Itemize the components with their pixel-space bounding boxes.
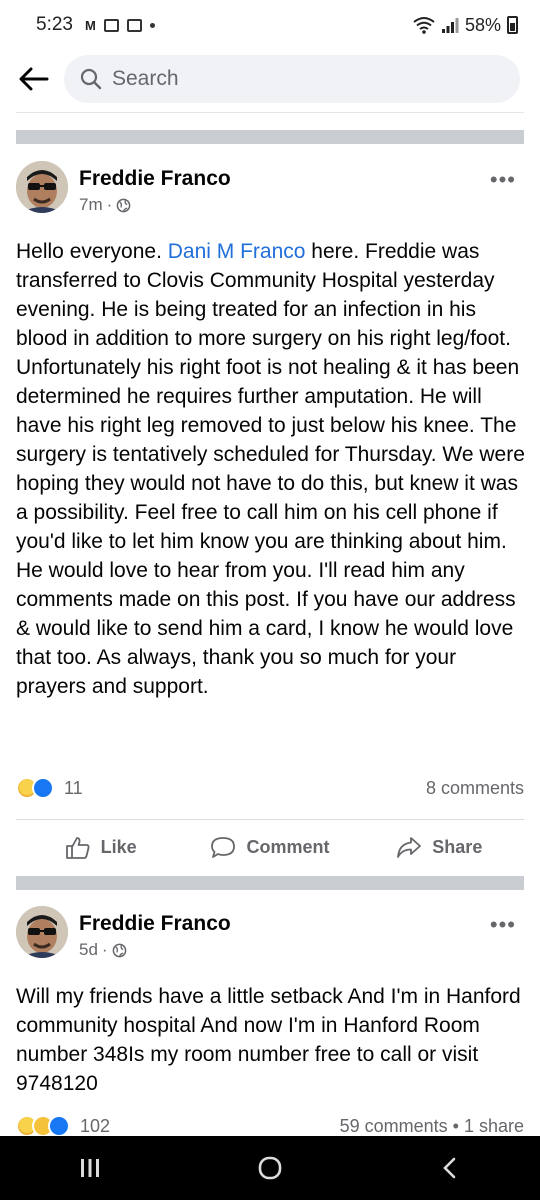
home-icon <box>258 1156 282 1180</box>
status-time: 5:23 <box>36 14 73 35</box>
globe-icon <box>116 198 131 212</box>
reaction-icons[interactable] <box>16 777 54 799</box>
search-icon <box>80 68 102 90</box>
feed-separator <box>16 130 524 144</box>
post-text: Will my friends have a little setback An… <box>16 985 521 1095</box>
like-reaction-icon <box>32 777 54 799</box>
author-name[interactable]: Freddie Franco <box>79 912 231 936</box>
comments-count[interactable]: 59 comments <box>340 1116 448 1136</box>
reactions-row: 11 8 comments <box>16 775 524 801</box>
recent-apps-icon <box>81 1159 99 1177</box>
avatar[interactable] <box>16 161 68 213</box>
home-button[interactable] <box>240 1148 300 1188</box>
author-name[interactable]: Freddie Franco <box>79 167 231 191</box>
status-bar: 5:23 M 58% <box>0 0 540 50</box>
engagement-summary: 59 comments • 1 share <box>340 1116 524 1137</box>
battery-icon <box>507 16 518 34</box>
feed-separator <box>16 876 524 890</box>
search-input[interactable] <box>112 67 492 91</box>
system-nav-bar <box>0 1136 540 1200</box>
post-meta: 7m · <box>79 195 131 215</box>
post-text: Hello everyone. Dani M Franco here. Fred… <box>16 237 526 701</box>
chevron-left-icon <box>443 1157 456 1179</box>
meta-dot: • <box>452 1115 464 1136</box>
back-nav-button[interactable] <box>420 1148 480 1188</box>
post-text-rest: here. Freddie was transferred to Clovis … <box>16 240 525 698</box>
reaction-icons[interactable] <box>16 1115 70 1137</box>
notification-icons: M <box>85 18 155 33</box>
mail-icon <box>126 18 142 32</box>
action-bar: Like Comment Share <box>16 819 524 875</box>
recent-apps-button[interactable] <box>60 1148 120 1188</box>
more-options-icon[interactable]: ••• <box>490 912 516 938</box>
like-button[interactable]: Like <box>16 836 185 860</box>
post-1: Freddie Franco 7m · ••• Hello everyone. … <box>0 161 540 881</box>
header-divider <box>16 112 524 113</box>
search-row <box>0 52 540 106</box>
comment-label: Comment <box>246 837 330 857</box>
post-time[interactable]: 7m <box>79 195 103 215</box>
gallery-icon <box>103 18 119 32</box>
post-2: Freddie Franco 5d · ••• Will my friends … <box>0 906 540 1137</box>
post-time[interactable]: 5d <box>79 940 98 960</box>
share-icon <box>397 836 422 858</box>
comment-button[interactable]: Comment <box>185 836 354 860</box>
like-reaction-icon <box>48 1115 70 1137</box>
reaction-count[interactable]: 11 <box>64 778 83 799</box>
wifi-icon <box>413 17 435 34</box>
thumbs-up-icon <box>65 836 90 859</box>
shares-count[interactable]: 1 share <box>464 1116 524 1136</box>
more-options-icon[interactable]: ••• <box>490 167 516 193</box>
arrow-left-icon <box>19 67 49 91</box>
post-header: Freddie Franco 7m · ••• <box>16 161 524 221</box>
reaction-count[interactable]: 102 <box>80 1116 110 1137</box>
globe-icon <box>112 943 126 957</box>
share-button[interactable]: Share <box>355 836 524 860</box>
more-notifications-icon <box>149 22 155 28</box>
back-button[interactable] <box>14 59 54 99</box>
post-text-start: Hello everyone. <box>16 240 168 263</box>
avatar[interactable] <box>16 906 68 958</box>
share-label: Share <box>432 837 483 857</box>
meta-dot: · <box>106 195 113 214</box>
post-meta: 5d · <box>79 940 127 960</box>
battery-percent: 58% <box>464 14 501 35</box>
post-header: Freddie Franco 5d · ••• <box>16 906 524 966</box>
signal-icon <box>441 18 459 33</box>
mention-link[interactable]: Dani M Franco <box>168 240 306 263</box>
comment-icon <box>211 836 236 858</box>
comments-count[interactable]: 8 comments <box>426 778 524 799</box>
meta-dot: · <box>101 940 108 959</box>
search-box[interactable] <box>64 55 520 103</box>
gmail-icon: M <box>84 17 96 33</box>
like-label: Like <box>100 837 137 857</box>
